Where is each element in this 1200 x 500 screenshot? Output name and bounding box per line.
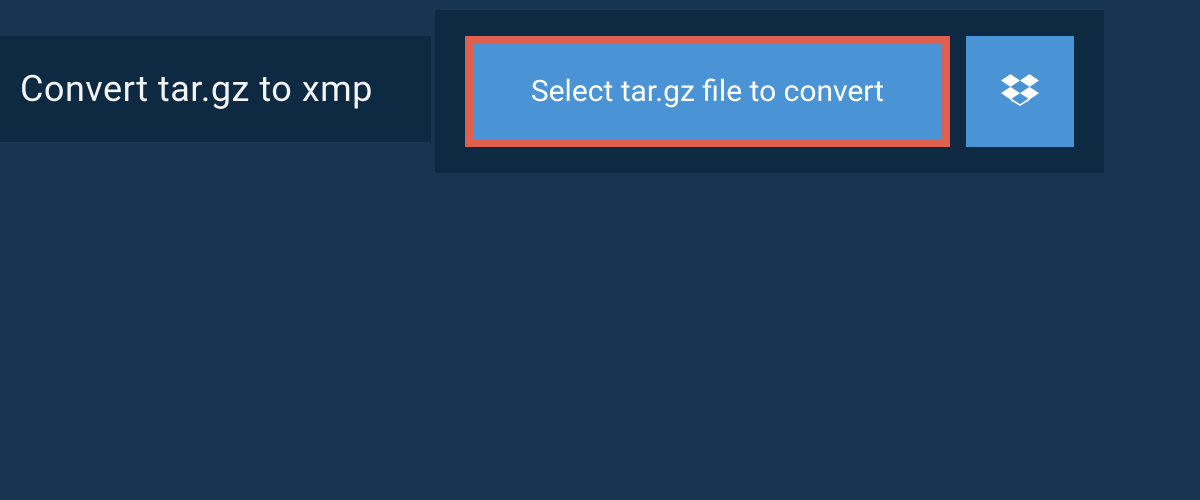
upload-section: Select tar.gz file to convert [435,10,1104,173]
header-tab: Convert tar.gz to xmp [0,36,431,142]
dropbox-icon [1001,71,1039,113]
select-file-label: Select tar.gz file to convert [531,74,884,109]
page-title: Convert tar.gz to xmp [20,68,373,110]
dropbox-button[interactable] [966,36,1074,147]
select-file-button[interactable]: Select tar.gz file to convert [465,36,950,147]
